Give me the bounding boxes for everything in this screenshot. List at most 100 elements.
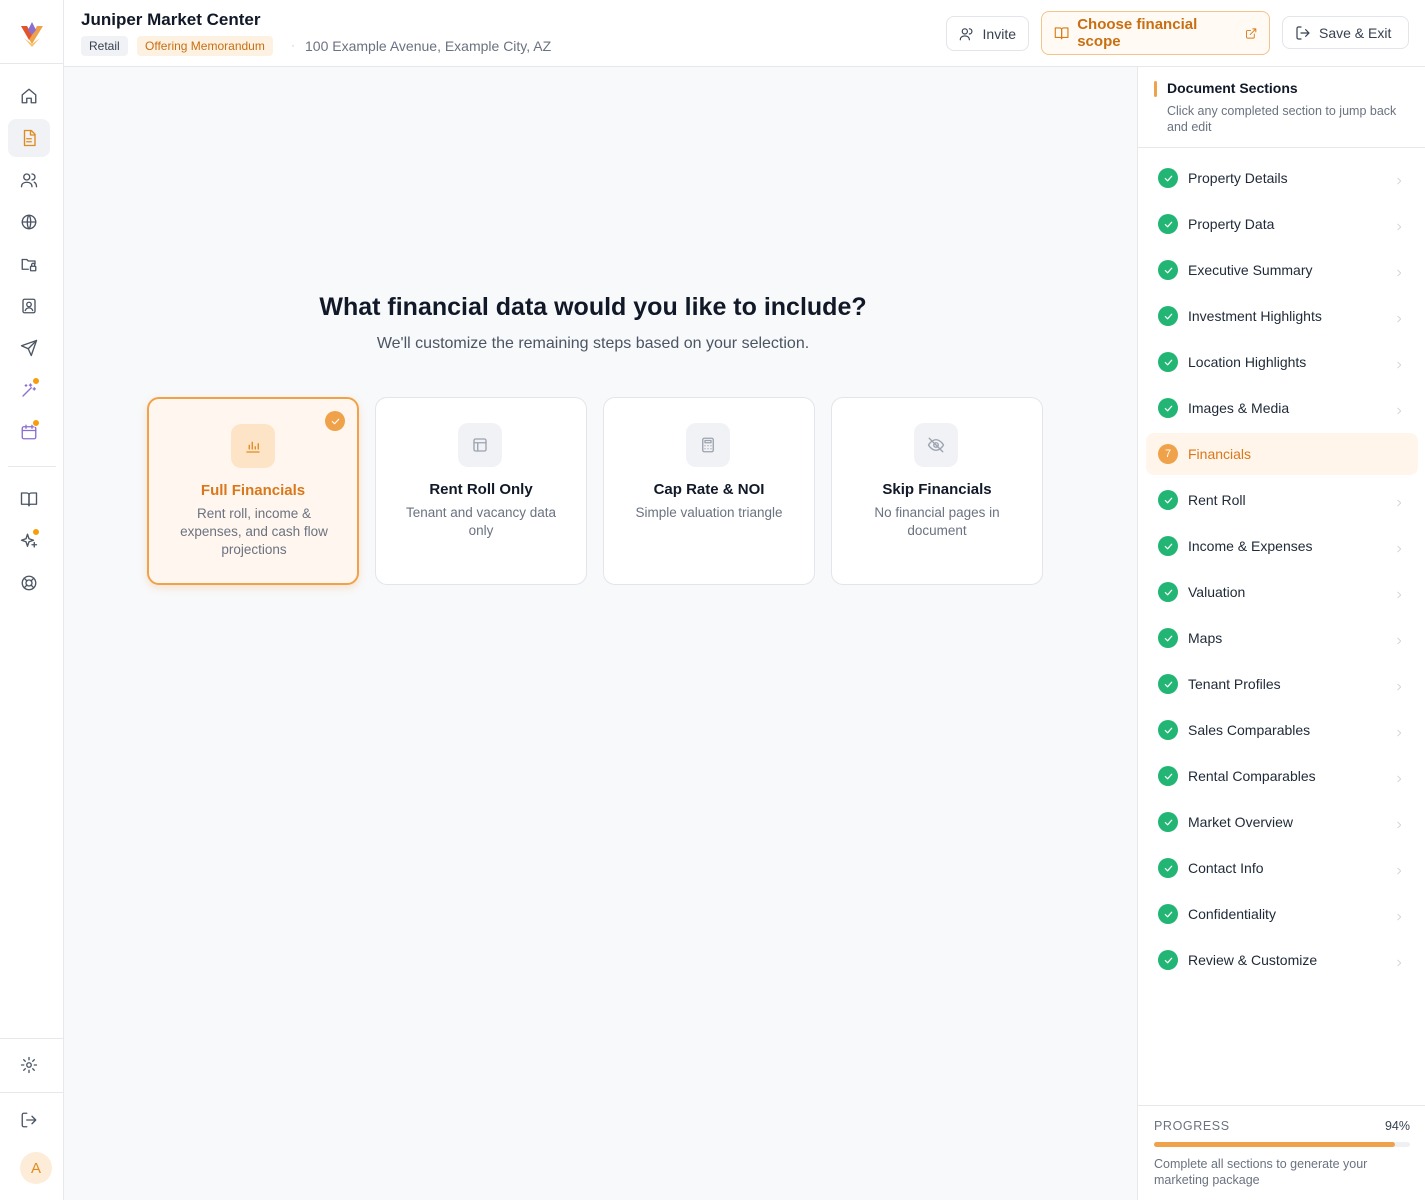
complete-check-badge bbox=[1158, 720, 1178, 740]
gear-icon bbox=[20, 1056, 38, 1074]
section-item[interactable]: Income & Expenses bbox=[1146, 525, 1418, 567]
option-title: Cap Rate & NOI bbox=[653, 481, 765, 498]
section-item[interactable]: Maps bbox=[1146, 617, 1418, 659]
nav-settings[interactable] bbox=[8, 1046, 50, 1084]
chevron-right-icon-wrap bbox=[1394, 265, 1404, 277]
nav-whats-new[interactable] bbox=[8, 522, 50, 560]
section-item[interactable]: Sales Comparables bbox=[1146, 709, 1418, 751]
section-item[interactable]: Location Highlights bbox=[1146, 341, 1418, 383]
nav-guides[interactable] bbox=[8, 480, 50, 518]
option-title: Full Financials bbox=[200, 482, 306, 499]
section-item[interactable]: Confidentiality bbox=[1146, 893, 1418, 935]
section-label: Financials bbox=[1188, 446, 1252, 462]
nav-contacts[interactable] bbox=[8, 161, 50, 199]
nav-ai-tools[interactable] bbox=[8, 371, 50, 409]
progress-bar-fill bbox=[1154, 1142, 1395, 1147]
chevron-right-icon bbox=[1397, 821, 1402, 829]
check-icon bbox=[1164, 589, 1172, 595]
rail-divider bbox=[0, 1092, 64, 1093]
step-question: What financial data would you like to in… bbox=[319, 293, 867, 321]
option-icon-wrap bbox=[458, 423, 502, 467]
invite-button[interactable]: Invite bbox=[946, 16, 1029, 51]
chevron-right-icon-wrap bbox=[1394, 771, 1404, 783]
home-icon bbox=[21, 88, 37, 104]
check-icon bbox=[1164, 773, 1172, 779]
nav-home[interactable] bbox=[8, 77, 50, 115]
section-item[interactable]: Images & Media bbox=[1146, 387, 1418, 429]
check-icon bbox=[331, 418, 339, 424]
nav-logout[interactable] bbox=[8, 1101, 50, 1139]
nav-profiles[interactable] bbox=[8, 287, 50, 325]
calculator-icon bbox=[702, 437, 714, 453]
section-item[interactable]: Rent Roll bbox=[1146, 479, 1418, 521]
logout-icon bbox=[21, 1112, 37, 1128]
chevron-right-icon bbox=[1397, 591, 1402, 599]
option-cap-rate-noi[interactable]: Cap Rate & NOI Simple valuation triangle bbox=[603, 397, 815, 585]
section-item[interactable]: Property Data bbox=[1146, 203, 1418, 245]
section-item[interactable]: Investment Highlights bbox=[1146, 295, 1418, 337]
section-label: Market Overview bbox=[1188, 814, 1294, 830]
complete-check-badge bbox=[1158, 904, 1178, 924]
chevron-right-icon-wrap bbox=[1394, 495, 1404, 507]
option-icon-wrap bbox=[231, 424, 275, 468]
complete-check-badge bbox=[1158, 168, 1178, 188]
choose-financial-scope-button[interactable]: Choose financial scope bbox=[1041, 11, 1270, 55]
chevron-right-icon bbox=[1397, 683, 1402, 691]
nav-calendar[interactable] bbox=[8, 413, 50, 451]
save-exit-label: Save & Exit bbox=[1319, 24, 1392, 41]
section-label: Property Data bbox=[1188, 216, 1275, 232]
nav-documents[interactable] bbox=[8, 119, 50, 157]
section-item[interactable]: Rental Comparables bbox=[1146, 755, 1418, 797]
save-exit-button[interactable]: Save & Exit bbox=[1282, 16, 1409, 49]
section-label: Contact Info bbox=[1188, 860, 1264, 876]
chevron-right-icon-wrap bbox=[1394, 863, 1404, 875]
section-item[interactable]: Valuation bbox=[1146, 571, 1418, 613]
section-item[interactable]: Tenant Profiles bbox=[1146, 663, 1418, 705]
option-rent-roll-only[interactable]: Rent Roll Only Tenant and vacancy data o… bbox=[375, 397, 587, 585]
nav-campaigns[interactable] bbox=[8, 329, 50, 367]
book-icon bbox=[20, 492, 38, 507]
option-description: Simple valuation triangle bbox=[635, 505, 783, 520]
progress-bar bbox=[1154, 1142, 1410, 1147]
option-full-financials[interactable]: Full Financials Rent roll, income & expe… bbox=[147, 397, 359, 585]
notification-dot bbox=[32, 528, 40, 536]
current-step-badge: 7 bbox=[1158, 444, 1178, 464]
chevron-right-icon-wrap bbox=[1394, 679, 1404, 691]
nav-data-rooms[interactable] bbox=[8, 245, 50, 283]
chevron-right-icon-wrap bbox=[1394, 541, 1404, 553]
chevron-right-icon-wrap bbox=[1394, 817, 1404, 829]
document-icon bbox=[23, 129, 36, 147]
nav-support[interactable] bbox=[8, 564, 50, 602]
chevron-right-icon-wrap bbox=[1394, 173, 1404, 185]
option-description: No financial pages in document bbox=[874, 505, 1000, 538]
contact-card-icon bbox=[22, 298, 36, 314]
section-item[interactable]: Market Overview bbox=[1146, 801, 1418, 843]
app-logo[interactable] bbox=[18, 18, 46, 50]
check-icon bbox=[1164, 681, 1172, 687]
nav-websites[interactable] bbox=[8, 203, 50, 241]
check-icon bbox=[1164, 911, 1172, 917]
check-icon bbox=[1164, 267, 1172, 273]
section-item[interactable]: Executive Summary bbox=[1146, 249, 1418, 291]
eye-off-icon bbox=[927, 437, 945, 453]
chevron-right-icon bbox=[1397, 959, 1402, 967]
progress-label: PROGRESS bbox=[1154, 1119, 1230, 1133]
section-item[interactable]: Property Details bbox=[1146, 157, 1418, 199]
send-icon bbox=[20, 339, 38, 357]
folder-lock-icon bbox=[21, 258, 37, 272]
chevron-right-icon bbox=[1397, 867, 1402, 875]
section-item[interactable]: 7 Financials bbox=[1146, 433, 1418, 475]
section-item[interactable]: Contact Info bbox=[1146, 847, 1418, 889]
section-item[interactable]: Review & Customize bbox=[1146, 939, 1418, 981]
section-label: Maps bbox=[1188, 630, 1223, 646]
check-icon bbox=[1164, 819, 1172, 825]
avatar[interactable]: A bbox=[20, 1152, 52, 1184]
logout-icon bbox=[1296, 25, 1310, 40]
chevron-right-icon bbox=[1397, 407, 1402, 415]
option-skip-financials[interactable]: Skip Financials No financial pages in do… bbox=[831, 397, 1043, 585]
step-subtitle: We'll customize the remaining steps base… bbox=[376, 335, 810, 352]
heading-accent-bar bbox=[1154, 81, 1157, 97]
globe-icon bbox=[21, 214, 37, 230]
option-title: Rent Roll Only bbox=[429, 481, 533, 498]
chevron-right-icon-wrap bbox=[1394, 311, 1404, 323]
